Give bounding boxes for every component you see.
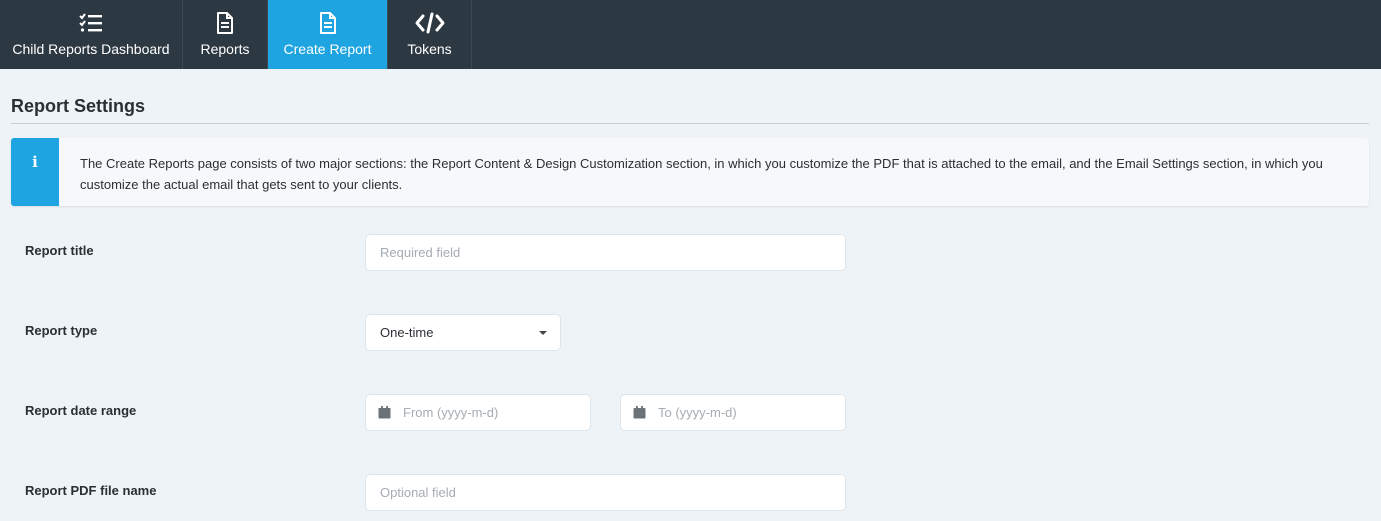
report-pdf-file-name-label: Report PDF file name [25,483,157,498]
tab-label: Tokens [407,41,452,57]
top-nav: Child Reports Dashboard Reports Create R… [0,0,1381,69]
date-to-input[interactable]: To (yyyy-m-d) [620,394,846,431]
page-title: Report Settings [11,96,146,116]
info-icon: i [32,153,38,171]
report-date-range-label: Report date range [25,403,137,418]
tab-tokens[interactable]: Tokens [388,0,472,69]
tab-create-report[interactable]: Create Report [268,0,388,69]
date-from-input[interactable]: From (yyyy-m-d) [365,394,591,431]
title-divider [11,123,1369,124]
info-stripe: i [11,138,59,206]
report-title-input[interactable] [365,234,846,271]
calendar-icon [633,406,646,419]
document-icon [216,11,234,35]
report-type-select[interactable]: One-time [365,314,561,351]
caret-down-icon [539,330,547,335]
date-to-placeholder: To (yyyy-m-d) [658,405,737,420]
tab-label: Reports [200,41,250,57]
calendar-icon [378,406,391,419]
report-pdf-file-name-input[interactable] [365,474,846,511]
report-type-label: Report type [25,323,98,338]
info-text: The Create Reports page consists of two … [80,156,1323,192]
report-type-value: One-time [380,325,434,340]
tab-label: Child Reports Dashboard [12,41,170,57]
date-from-placeholder: From (yyyy-m-d) [403,405,499,420]
tasks-list-icon [79,11,103,35]
tab-reports[interactable]: Reports [183,0,268,69]
report-title-label: Report title [25,243,94,258]
code-icon [415,11,445,35]
tab-label: Create Report [283,41,372,57]
tab-child-reports-dashboard[interactable]: Child Reports Dashboard [0,0,183,69]
info-callout: i The Create Reports page consists of tw… [11,138,1369,206]
document-icon [319,11,337,35]
